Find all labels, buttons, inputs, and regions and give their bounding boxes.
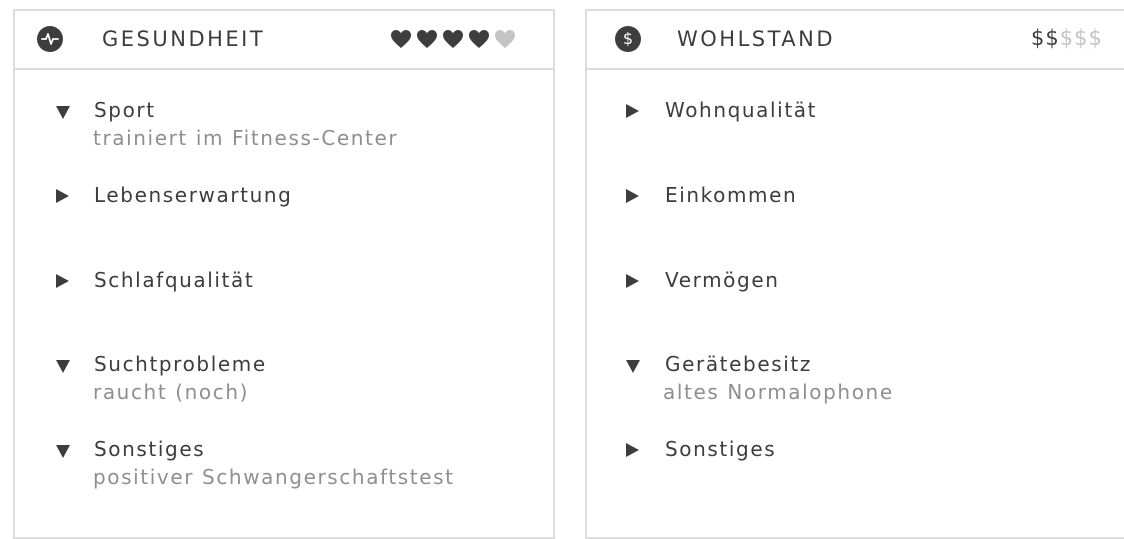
heart-icon: [469, 30, 489, 48]
item-label: Einkommen: [665, 183, 798, 207]
dollar-rating-icon: $: [1059, 26, 1075, 50]
item-label: Suchtprobleme: [94, 352, 267, 376]
heartbeat-icon: [37, 26, 63, 52]
dollar-rating-icon: $: [1074, 26, 1089, 50]
caret-right-icon: [626, 443, 639, 457]
caret-down-icon: [56, 445, 70, 458]
health-panel: GESUNDHEIT Sport trainiert im Fitness-Ce…: [13, 9, 555, 539]
caret-down-icon: [56, 106, 70, 119]
health-rating: [389, 28, 517, 50]
heart-icon: [495, 30, 515, 48]
caret-right-icon: [626, 274, 639, 288]
item-detail: positiver Schwangerschaftstest: [93, 465, 455, 489]
item-label: Sonstiges: [665, 437, 777, 461]
dollar-rating-icon: $: [1031, 26, 1046, 50]
heart-icon: [443, 30, 463, 48]
dollar-rating-icon: $: [1088, 26, 1103, 50]
item-detail: trainiert im Fitness-Center: [93, 126, 399, 150]
item-label: Gerätebesitz: [665, 352, 812, 376]
wealth-panel-header: $ WOHLSTAND $$$$$: [587, 11, 1124, 70]
caret-down-icon: [626, 360, 640, 373]
item-label: Wohnqualität: [665, 98, 818, 122]
item-label: Lebenserwartung: [94, 183, 293, 207]
item-label: Sonstiges: [94, 437, 206, 461]
dollar-icon: $: [615, 26, 641, 52]
caret-right-icon: [626, 104, 639, 118]
caret-down-icon: [56, 360, 70, 373]
item-label: Vermögen: [665, 268, 780, 292]
wealth-panel: $ WOHLSTAND $$$$$ Wohnqualität Einkommen…: [585, 9, 1124, 539]
health-panel-header: GESUNDHEIT: [15, 11, 553, 70]
item-label: Sport: [94, 98, 156, 122]
item-label: Schlafqualität: [94, 268, 255, 292]
wealth-rating: $$$$$: [1031, 24, 1103, 52]
wealth-title: WOHLSTAND: [677, 27, 836, 51]
health-title: GESUNDHEIT: [102, 27, 266, 51]
item-detail: altes Normalophone: [663, 380, 894, 404]
dollar-glyph: $: [622, 29, 634, 48]
dollar-rating-icon: $: [1045, 26, 1060, 50]
caret-right-icon: [626, 189, 639, 203]
heart-icon: [417, 30, 437, 48]
heart-icon: [391, 30, 411, 48]
caret-right-icon: [56, 274, 69, 288]
item-detail: raucht (noch): [93, 380, 250, 404]
caret-right-icon: [56, 189, 69, 203]
